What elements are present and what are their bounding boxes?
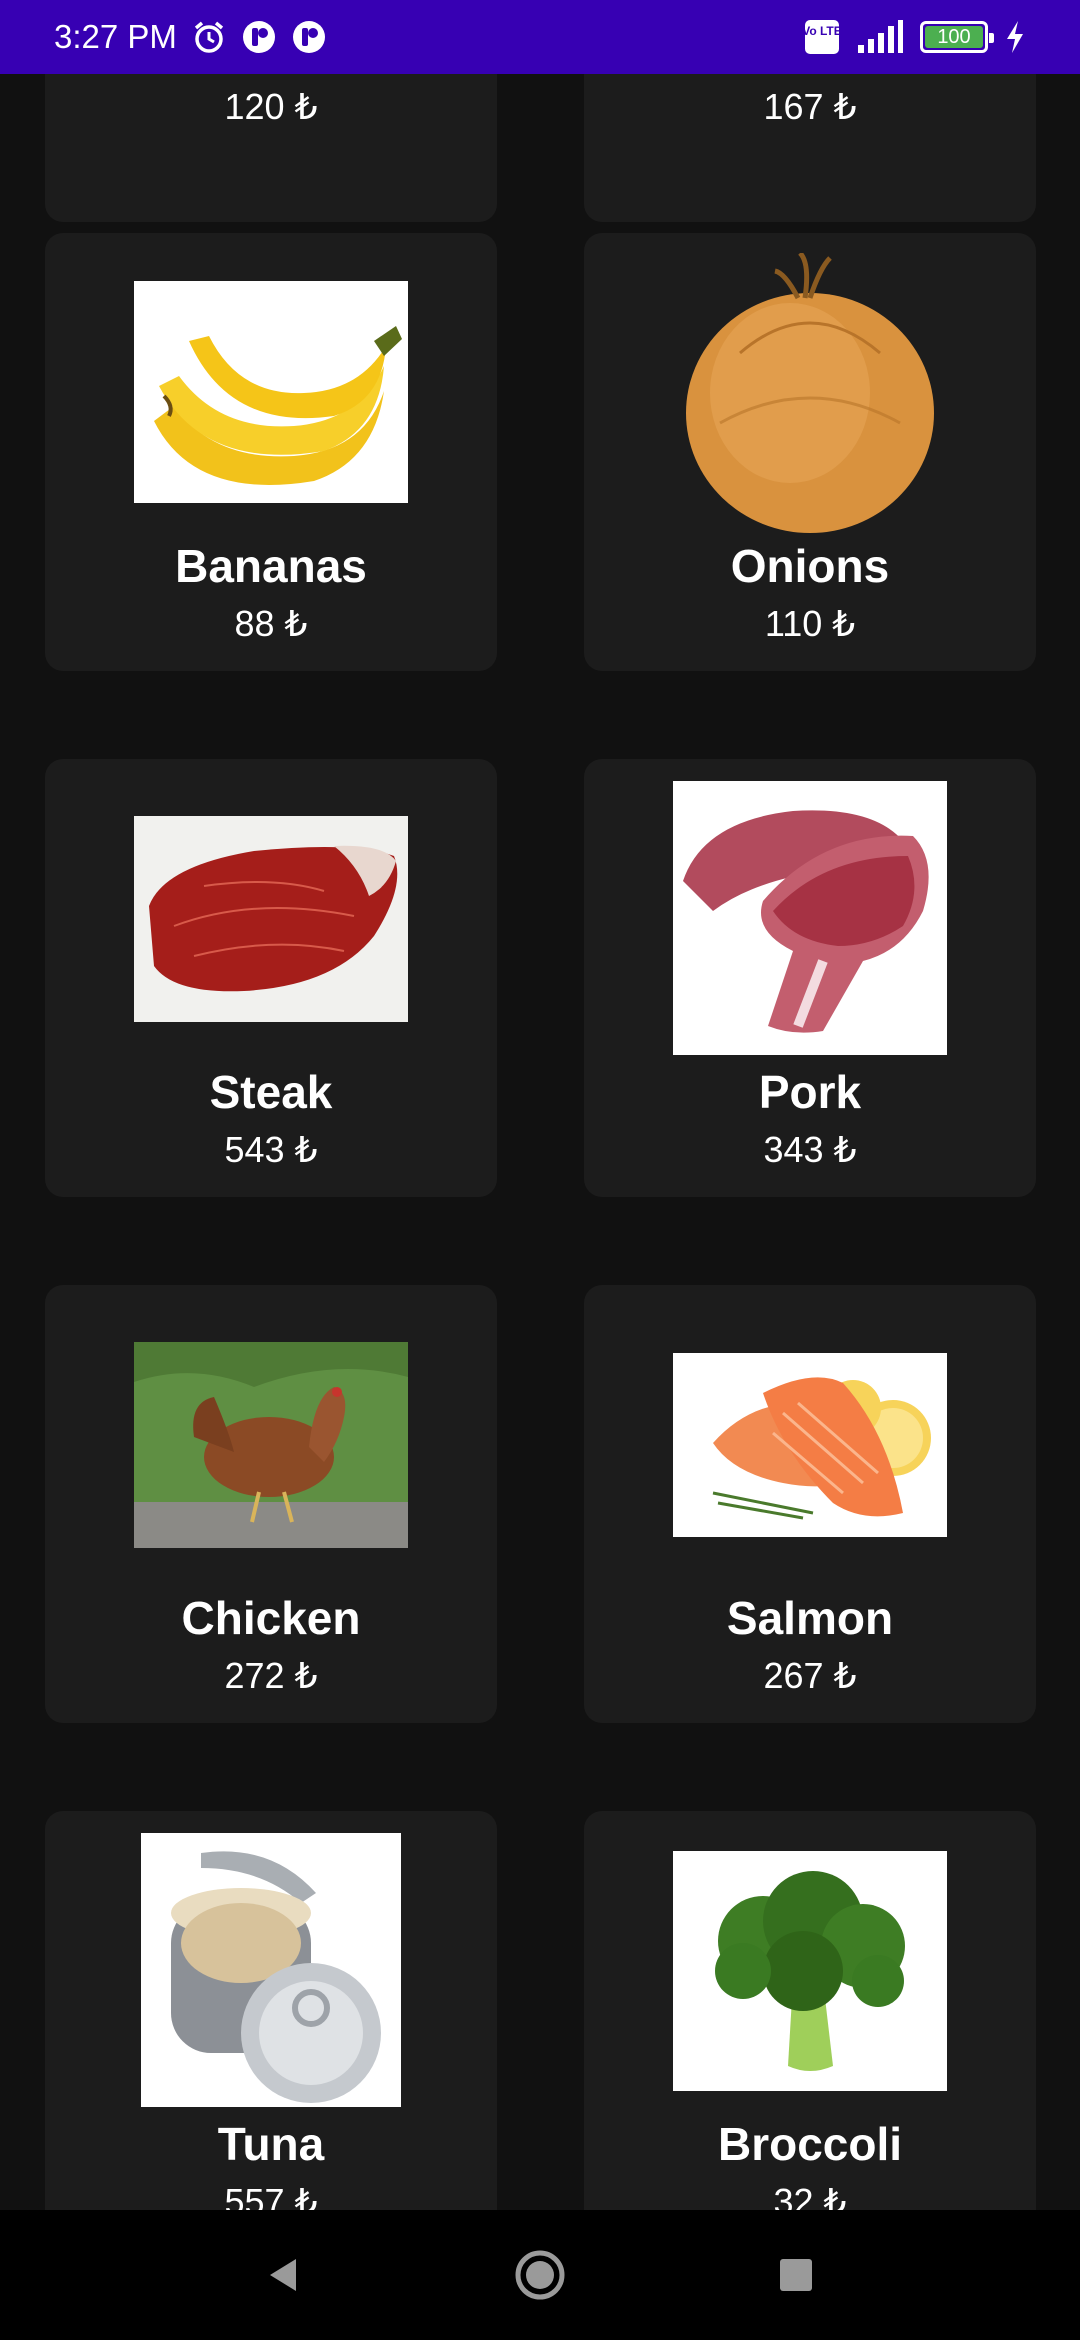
- product-price: 88 ₺: [234, 603, 308, 644]
- product-name: Onions: [730, 540, 890, 592]
- status-bar: 3:27 PM Vo LTE 100: [0, 0, 1080, 74]
- product-price: 343 ₺: [763, 1129, 857, 1170]
- steak-image: [134, 816, 408, 1022]
- salmon-image: [673, 1353, 947, 1537]
- product-price: 543 ₺: [224, 1129, 318, 1170]
- product-price: 267 ₺: [763, 1655, 857, 1696]
- product-card-bananas[interactable]: Bananas 88 ₺: [45, 233, 497, 671]
- app-notification-icon: [292, 21, 325, 53]
- product-grid[interactable]: 120 ₺ 167 ₺ Bananas 88 ₺ Onions 110 ₺ St…: [0, 74, 1080, 2210]
- product-name: Bananas: [175, 540, 367, 592]
- app-notification-icon: [242, 21, 275, 53]
- product-price: 557 ₺: [224, 2181, 318, 2210]
- status-system-icons: Vo LTE 100: [804, 19, 1026, 55]
- chicken-image: [134, 1342, 408, 1548]
- product-price: 167 ₺: [763, 86, 857, 127]
- product-card[interactable]: 120 ₺: [45, 74, 497, 222]
- battery-level: 100: [937, 25, 971, 48]
- status-time: 3:27 PM: [54, 18, 177, 55]
- broccoli-image: [673, 1851, 947, 2091]
- recents-button[interactable]: [766, 2245, 826, 2305]
- product-card-onions[interactable]: Onions 110 ₺: [584, 233, 1036, 671]
- product-name: Broccoli: [717, 2118, 903, 2170]
- volte-icon: Vo LTE: [804, 20, 840, 54]
- signal-icon: [858, 20, 903, 53]
- tuna-can-image: [141, 1833, 401, 2107]
- product-card-broccoli[interactable]: Broccoli 32 ₺: [584, 1811, 1036, 2210]
- product-card-tuna[interactable]: Tuna 557 ₺: [45, 1811, 497, 2210]
- recents-icon: [780, 2259, 812, 2291]
- back-button[interactable]: [254, 2245, 314, 2305]
- product-price: 272 ₺: [224, 1655, 318, 1696]
- product-card[interactable]: 167 ₺: [584, 74, 1036, 222]
- product-card-pork[interactable]: Pork 343 ₺: [584, 759, 1036, 1197]
- alarm-icon: [194, 21, 224, 53]
- product-card-steak[interactable]: Steak 543 ₺: [45, 759, 497, 1197]
- product-name: Pork: [758, 1066, 862, 1118]
- onion-image: [680, 251, 940, 533]
- product-price: 32 ₺: [773, 2181, 847, 2210]
- product-card-salmon[interactable]: Salmon 267 ₺: [584, 1285, 1036, 1723]
- status-notification-icons: [191, 19, 327, 55]
- home-button[interactable]: [510, 2245, 570, 2305]
- product-name: Steak: [209, 1066, 333, 1118]
- product-price: 110 ₺: [764, 603, 856, 644]
- product-name: Tuna: [217, 2118, 325, 2170]
- product-name: Salmon: [726, 1592, 894, 1644]
- navigation-bar: [0, 2210, 1080, 2340]
- product-price: 120 ₺: [224, 86, 318, 127]
- product-name: Chicken: [181, 1592, 361, 1644]
- battery-icon: 100: [920, 21, 994, 53]
- charging-icon: [1007, 21, 1023, 53]
- pork-chops-image: [673, 781, 947, 1055]
- back-icon: [270, 2259, 296, 2291]
- product-card-chicken[interactable]: Chicken 272 ₺: [45, 1285, 497, 1723]
- svg-text:Vo LTE: Vo LTE: [804, 24, 840, 38]
- home-icon: [515, 2250, 565, 2300]
- bananas-image: [134, 281, 408, 503]
